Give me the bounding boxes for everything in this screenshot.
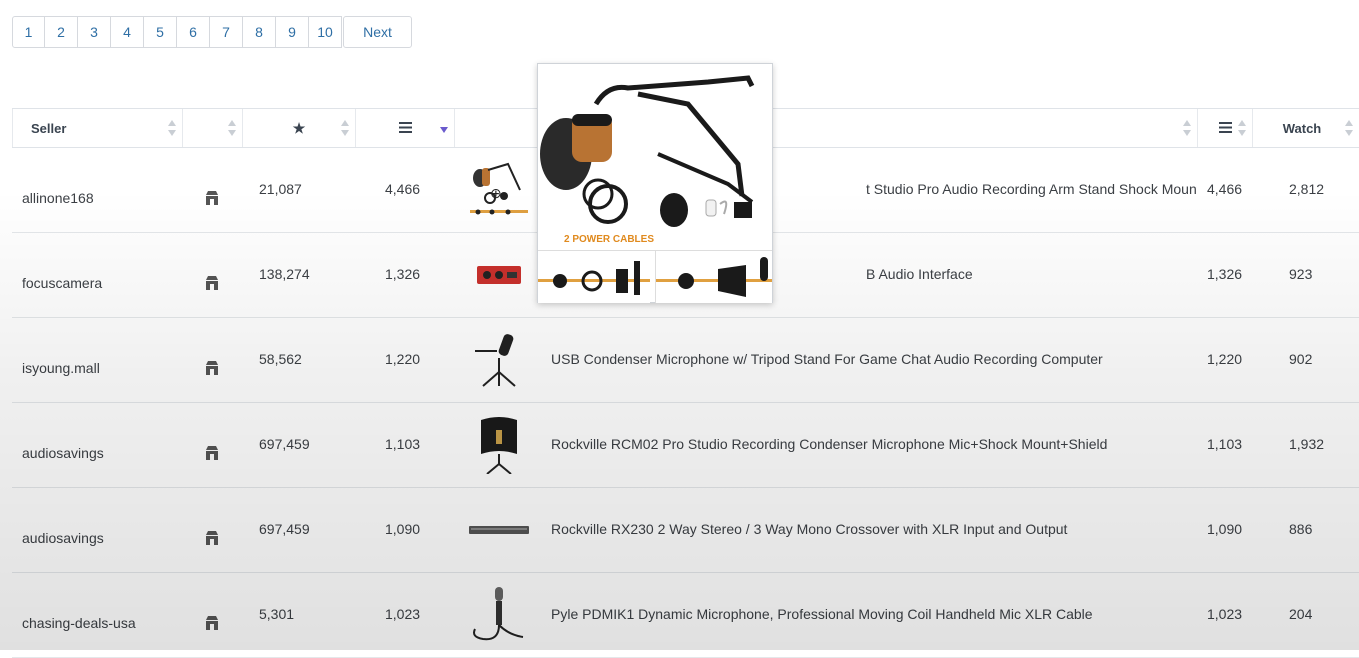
seller-name[interactable]: audiosavings: [12, 488, 182, 572]
list-icon: [1218, 121, 1232, 136]
header-feedback[interactable]: ★: [242, 109, 355, 147]
seller-name[interactable]: focuscamera: [12, 233, 182, 317]
page-10-link[interactable]: 10: [309, 16, 342, 48]
listing-count: 4,466: [385, 181, 421, 197]
product-title[interactable]: USB Condenser Microphone w/ Tripod Stand…: [544, 318, 1197, 402]
feedback-score: 58,562: [259, 351, 302, 367]
sort-icon[interactable]: [228, 120, 236, 136]
image-preview-popup: 2 POWER CABLES: [537, 63, 773, 303]
page-5-link[interactable]: 5: [144, 16, 177, 48]
preview-caption: 2 POWER CABLES: [564, 234, 655, 245]
sort-icon[interactable]: [1345, 120, 1353, 136]
sold-count: 1,220: [1207, 351, 1243, 367]
preview-thumbnails: [538, 250, 772, 303]
seller-name[interactable]: audiosavings: [12, 403, 182, 487]
sort-icon[interactable]: [1183, 120, 1191, 136]
product-thumbnail[interactable]: ⊕: [454, 148, 544, 232]
table-row: audiosavings 697,459 1,103 Rockville RCM…: [12, 403, 1359, 488]
zoom-in-icon[interactable]: ⊕: [490, 185, 502, 202]
page-6-link[interactable]: 6: [177, 16, 210, 48]
watch-count: 902: [1289, 351, 1313, 367]
sort-icon[interactable]: [1238, 120, 1246, 136]
table-row: chasing-deals-usa 5,301 1,023 Pyle PDMIK…: [12, 573, 1359, 658]
product-title[interactable]: Pyle PDMIK1 Dynamic Microphone, Professi…: [544, 573, 1197, 657]
sort-icon[interactable]: [168, 120, 176, 136]
feedback-score: 138,274: [259, 266, 310, 282]
preview-thumbnail[interactable]: [655, 251, 772, 303]
watch-count: 1,932: [1289, 436, 1325, 452]
store-icon[interactable]: [182, 573, 242, 657]
product-thumbnail[interactable]: [454, 488, 544, 572]
page-2-link[interactable]: 2: [45, 16, 78, 48]
header-seller[interactable]: Seller: [12, 109, 182, 147]
watch-count: 2,812: [1289, 181, 1325, 197]
store-icon[interactable]: [182, 233, 242, 317]
listing-count: 1,103: [385, 436, 421, 452]
product-thumbnail[interactable]: [454, 318, 544, 402]
sold-count: 1,023: [1207, 606, 1243, 622]
sold-count: 1,326: [1207, 266, 1243, 282]
product-thumbnail[interactable]: [454, 233, 544, 317]
sort-desc-icon[interactable]: [440, 127, 448, 133]
store-icon[interactable]: [182, 148, 242, 232]
header-sold[interactable]: [1197, 109, 1252, 147]
page-7-link[interactable]: 7: [210, 16, 243, 48]
product-title[interactable]: Rockville RCM02 Pro Studio Recording Con…: [544, 403, 1197, 487]
sold-count: 4,466: [1207, 181, 1243, 197]
page-9-link[interactable]: 9: [276, 16, 309, 48]
sold-count: 1,103: [1207, 436, 1243, 452]
header-watch[interactable]: Watch: [1252, 109, 1359, 147]
watch-count: 204: [1289, 606, 1313, 622]
header-watch-label: Watch: [1282, 120, 1322, 136]
page-4-link[interactable]: 4: [111, 16, 144, 48]
list-icon: [398, 121, 412, 136]
table-row: audiosavings 697,459 1,090 Rockville RX2…: [12, 488, 1359, 573]
pagination: 1 2 3 4 5 6 7 8 9 10 Next: [12, 16, 412, 48]
star-icon: ★: [292, 119, 306, 136]
header-seller-label: Seller: [31, 120, 67, 136]
watch-count: 923: [1289, 266, 1313, 282]
seller-name[interactable]: chasing-deals-usa: [12, 573, 182, 657]
seller-name[interactable]: isyoung.mall: [12, 318, 182, 402]
product-thumbnail[interactable]: [454, 403, 544, 487]
feedback-score: 5,301: [259, 606, 295, 622]
store-icon[interactable]: [182, 488, 242, 572]
page-3-link[interactable]: 3: [78, 16, 111, 48]
table-row: isyoung.mall 58,562 1,220 USB Condenser …: [12, 318, 1359, 403]
feedback-score: 697,459: [259, 521, 310, 537]
sort-icon[interactable]: [341, 120, 349, 136]
page-8-link[interactable]: 8: [243, 16, 276, 48]
listing-count: 1,220: [385, 351, 421, 367]
product-thumbnail[interactable]: [454, 573, 544, 657]
feedback-score: 21,087: [259, 181, 302, 197]
product-title[interactable]: Rockville RX230 2 Way Stereo / 3 Way Mon…: [544, 488, 1197, 572]
seller-name[interactable]: allinone168: [12, 148, 182, 232]
header-store[interactable]: [182, 109, 242, 147]
listing-count: 1,023: [385, 606, 421, 622]
store-icon[interactable]: [182, 403, 242, 487]
header-listings[interactable]: [355, 109, 454, 147]
listing-count: 1,090: [385, 521, 421, 537]
watch-count: 886: [1289, 521, 1313, 537]
page-1-link[interactable]: 1: [12, 16, 45, 48]
feedback-score: 697,459: [259, 436, 310, 452]
sold-count: 1,090: [1207, 521, 1243, 537]
preview-thumbnail[interactable]: [538, 251, 656, 303]
next-page-button[interactable]: Next: [343, 16, 412, 48]
listing-count: 1,326: [385, 266, 421, 282]
store-icon[interactable]: [182, 318, 242, 402]
preview-main-image: 2 POWER CABLES: [538, 64, 772, 250]
